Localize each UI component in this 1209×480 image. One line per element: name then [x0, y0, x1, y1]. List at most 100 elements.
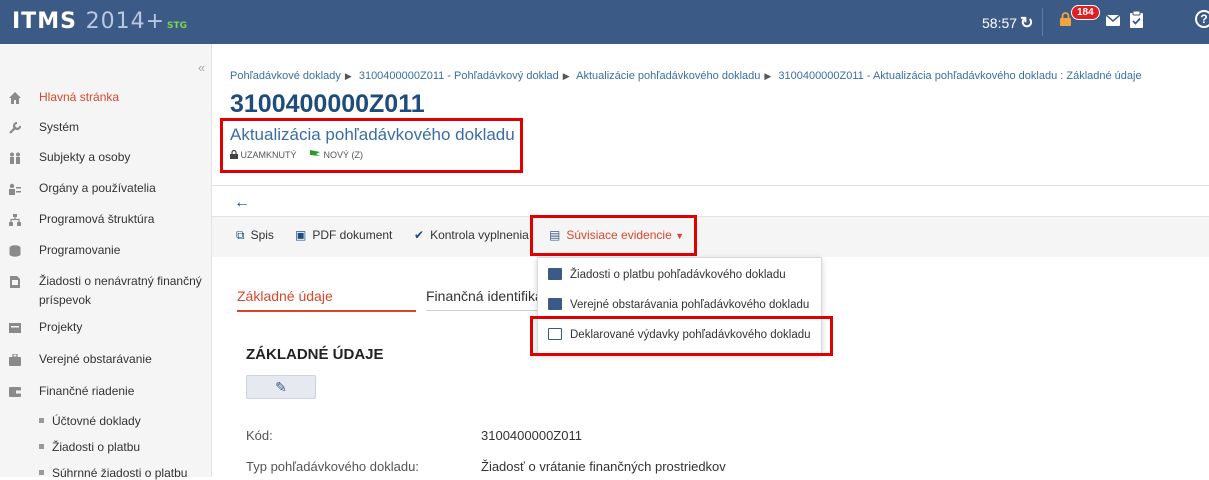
tab-financial-identification[interactable]: Finančná identifiká [426, 288, 543, 304]
related-records-label: Súvisiace evidencie [566, 228, 672, 242]
menu-item-label: Deklarované výdavky pohľadávkového dokla… [570, 329, 811, 341]
sidebar-item-subjects[interactable]: Subjekty a osoby [0, 148, 212, 167]
field-label-type: Typ pohľadávkového dokladu: [246, 459, 419, 474]
clipboard-icon[interactable] [1130, 11, 1143, 28]
field-label-code: Kód: [246, 428, 273, 443]
breadcrumb-link[interactable]: Pohľadávkové doklady [230, 70, 341, 82]
refresh-icon[interactable]: ↻ [1020, 15, 1033, 32]
sidebar-item-programming[interactable]: Programovanie [0, 241, 212, 260]
related-records-menu: Žiadosti o platbu pohľadávkového dokladu… [537, 257, 822, 354]
logo-year-text: 2014+ [85, 9, 166, 34]
status-new: NOVÝ (Z) [323, 150, 364, 160]
status-locked: UZAMKNUTÝ [240, 150, 297, 160]
breadcrumb-arrow-icon: ▶ [764, 71, 772, 81]
sidebar-subitem-summary-payment-requests[interactable]: Súhrnné žiadosti o platbu [39, 466, 187, 480]
sidebar-item-projects[interactable]: Projekty [0, 318, 212, 337]
menu-item-label: Verejné obstarávania pohľadávkového dokl… [570, 299, 810, 311]
page-title: 3100400000Z011 [230, 90, 425, 118]
sidebar-item-label: Orgány a používatelia [39, 181, 156, 195]
notification-badge: 184 [1071, 5, 1100, 20]
list-document-icon [548, 328, 562, 340]
lock-icon [230, 149, 238, 159]
collapse-sidebar-icon[interactable]: « [198, 60, 205, 75]
sidebar-subitem-payment-requests[interactable]: Žiadosti o platbu [39, 440, 140, 454]
hierarchy-icon [9, 214, 21, 226]
top-bar: ITMS 2014+ STG 58:57 ↻ 184 ? [0, 0, 1209, 44]
sidebar-subitem-accounting-documents[interactable]: Účtovné doklady [39, 414, 141, 428]
spis-button[interactable]: ⧉ Spis [236, 228, 274, 243]
sidebar-item-program-structure[interactable]: Programová štruktúra [0, 210, 212, 229]
sidebar-item-label: Projekty [39, 320, 83, 334]
people-icon [10, 152, 20, 164]
sidebar-item-system[interactable]: Systém [0, 118, 212, 137]
help-icon[interactable]: ? [1195, 10, 1209, 28]
tab-basic-data[interactable]: Základné údaje [237, 288, 333, 304]
folder-icon [9, 323, 21, 333]
mail-icon[interactable] [1106, 15, 1120, 26]
sidebar-item-label: Systém [39, 120, 80, 134]
copy-icon: ⧉ [236, 228, 245, 242]
check-icon: ✔ [414, 228, 425, 242]
sidebar-item-label: Žiadosti o nenávratný finančný príspevok [39, 274, 202, 307]
menu-item-label: Žiadosti o platbu pohľadávkového dokladu [570, 269, 786, 281]
app-logo[interactable]: ITMS 2014+ STG [12, 9, 187, 34]
field-value-type: Žiadosť o vrátanie finančných prostriedk… [481, 459, 726, 474]
edit-button[interactable]: ✎ [246, 375, 316, 399]
home-icon [9, 92, 21, 104]
sidebar-item-label: Programová štruktúra [39, 212, 155, 226]
breadcrumb-link[interactable]: Aktualizácie pohľadávkového dokladu [576, 70, 760, 82]
menu-item-payment-requests[interactable]: Žiadosti o platbu pohľadávkového dokladu [548, 268, 786, 281]
sidebar-item-home[interactable]: Hlavná stránka [0, 88, 212, 107]
sidebar-item-label: Finančné riadenie [39, 384, 135, 398]
breadcrumb-arrow-icon: ▶ [562, 71, 570, 81]
sidebar-item-label: Hlavná stránka [39, 90, 120, 104]
kontrola-label: Kontrola vyplnenia [430, 228, 529, 242]
breadcrumb: Pohľadávkové doklady ▶ 3100400000Z011 - P… [230, 70, 1142, 82]
page-subtitle: Aktualizácia pohľadávkového dokladu [230, 125, 515, 144]
lock-notification-icon[interactable] [1060, 12, 1071, 26]
active-tab-underline [237, 310, 416, 312]
sidebar: « [0, 44, 212, 477]
document-icon [10, 276, 20, 288]
logo-itms-text: ITMS [12, 9, 77, 34]
status-badges: UZAMKNUTÝ NOVÝ (Z) [230, 149, 364, 160]
sidebar-item-organs[interactable]: Orgány a používatelia [0, 179, 212, 198]
flag-icon [310, 150, 321, 159]
menu-item-declared-expenses[interactable]: Deklarované výdavky pohľadávkového dokla… [548, 328, 811, 341]
timer-text: 58:57 [982, 15, 1018, 31]
breadcrumb-arrow-icon: ▶ [344, 71, 352, 81]
session-timer[interactable]: 58:57 ↻ [982, 13, 1033, 33]
sidebar-item-financial-management[interactable]: Finančné riadenie [0, 382, 212, 401]
briefcase-icon [9, 354, 21, 366]
back-arrow-icon[interactable]: ← [234, 194, 250, 212]
wallet-icon [9, 387, 21, 397]
sidebar-item-label: Subjekty a osoby [39, 150, 131, 164]
breadcrumb-current[interactable]: 3100400000Z011 - Aktualizácia pohľadávko… [778, 70, 1141, 82]
users-list-icon [9, 183, 21, 195]
briefcase-icon [548, 298, 562, 310]
env-tag: STG [167, 21, 188, 31]
pencil-icon: ✎ [275, 379, 287, 395]
wallet-icon [548, 268, 562, 280]
sidebar-item-label: Programovanie [39, 243, 121, 257]
breadcrumb-link[interactable]: 3100400000Z011 - Pohľadávkový doklad [359, 70, 559, 82]
related-records-dropdown[interactable]: ▤ Súvisiace evidencie ▼ [549, 228, 684, 242]
sidebar-item-label: Verejné obstarávanie [39, 352, 152, 366]
caret-down-icon: ▼ [675, 231, 685, 241]
divider [212, 185, 1209, 186]
sidebar-item-public-procurement[interactable]: Verejné obstarávanie [0, 350, 212, 369]
field-value-code: 3100400000Z011 [481, 428, 582, 443]
menu-item-public-procurement[interactable]: Verejné obstarávania pohľadávkového dokl… [548, 298, 809, 311]
tab-underline [426, 310, 546, 311]
wrench-icon [9, 122, 21, 134]
pdf-document-button[interactable]: ▣ PDF dokument [295, 228, 392, 242]
database-icon [9, 245, 21, 257]
header-divider [1042, 8, 1043, 36]
spis-label: Spis [250, 228, 274, 242]
section-heading: ZÁKLADNÉ ÚDAJE [246, 346, 384, 363]
sidebar-item-nfp-applications[interactable]: Žiadosti o nenávratný finančný príspevok [0, 272, 212, 310]
stack-icon: ▤ [549, 228, 561, 242]
save-icon: ▣ [295, 228, 307, 242]
kontrola-button[interactable]: ✔ Kontrola vyplnenia [414, 228, 529, 242]
pdf-label: PDF dokument [312, 228, 393, 242]
